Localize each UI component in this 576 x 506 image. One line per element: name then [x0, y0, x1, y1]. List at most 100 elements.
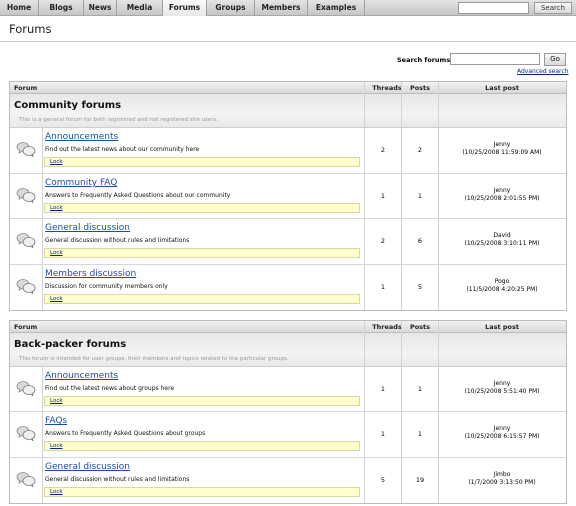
title-divider [0, 41, 576, 42]
last-post: Jenny (10/25/2008 2:01:55 PM) [438, 187, 566, 203]
last-post-date: (10/25/2008 5:51:40 PM) [464, 388, 540, 395]
posts-count: 2 [417, 146, 423, 154]
group-title: Back-packer forums [14, 339, 127, 350]
column-last-post: Last post [485, 84, 519, 92]
forum-group-community: Forum Threads Posts Last post Community … [9, 81, 567, 311]
last-post-date: (10/25/2008 2:01:55 PM) [464, 195, 540, 202]
lock-link[interactable]: Lock [50, 296, 63, 302]
last-post-date: (1/7/2009 3:13:50 PM) [468, 479, 536, 486]
search-forums-label: Search forums: [397, 56, 453, 64]
group-description: This is a general forum for both registe… [19, 117, 219, 123]
lock-link[interactable]: Lock [50, 205, 63, 211]
last-post: Jenny (10/25/2008 5:51:40 PM) [438, 380, 566, 396]
table-header: Forum Threads Posts Last post [10, 321, 566, 333]
last-post: David (10/25/2008 3:10:11 PM) [438, 232, 566, 248]
forum-description: Find out the latest news about our commu… [45, 146, 200, 153]
posts-count: 5 [417, 283, 423, 291]
threads-count: 1 [380, 385, 386, 393]
search-forums-input[interactable] [450, 53, 540, 65]
site-search-input[interactable] [458, 2, 529, 14]
tab-blogs[interactable]: Blogs [39, 0, 84, 16]
threads-count: 1 [380, 283, 386, 291]
column-last-post: Last post [485, 323, 519, 331]
lock-link[interactable]: Lock [50, 443, 63, 449]
lock-bar: Lock [44, 203, 360, 213]
forum-description: General discussion without rules and lim… [45, 237, 190, 244]
forum-row: General discussion General discussion wi… [10, 458, 566, 503]
threads-count: 5 [380, 476, 386, 484]
posts-count: 1 [417, 385, 423, 393]
forums-page: Home Blogs News Media Forums Groups Memb… [0, 0, 576, 506]
column-posts: Posts [409, 323, 431, 331]
lock-bar: Lock [44, 294, 360, 304]
lock-link[interactable]: Lock [50, 398, 63, 404]
forum-bubbles-icon [16, 472, 36, 487]
last-post: Pogo (11/5/2008 4:20:25 PM) [438, 278, 566, 294]
lock-link[interactable]: Lock [50, 159, 63, 165]
forum-row: Community FAQ Answers to Frequently Aske… [10, 174, 566, 219]
forum-row: Announcements Find out the latest news a… [10, 367, 566, 412]
last-post-date: (10/25/2008 11:59:09 AM) [462, 149, 542, 156]
threads-count: 2 [380, 146, 386, 154]
forum-link-community-faq[interactable]: Community FAQ [45, 178, 117, 188]
forum-bubbles-icon [16, 426, 36, 441]
lock-bar: Lock [44, 396, 360, 406]
group-title: Community forums [14, 100, 122, 111]
last-post-user: Jenny [493, 187, 511, 194]
tab-examples[interactable]: Examples [308, 0, 365, 16]
go-button[interactable]: Go [544, 53, 566, 66]
site-search-button[interactable]: Search [534, 2, 572, 14]
posts-count: 1 [417, 430, 423, 438]
last-post-user: Jimbo [493, 471, 511, 478]
forum-row: Members discussion Discussion for commun… [10, 265, 566, 310]
threads-count: 1 [380, 192, 386, 200]
last-post: Jimbo (1/7/2009 3:13:50 PM) [438, 471, 566, 487]
tab-groups[interactable]: Groups [207, 0, 255, 16]
advanced-search-link[interactable]: Advanced search [517, 68, 568, 75]
forum-description: Find out the latest news about groups he… [45, 385, 175, 392]
posts-count: 6 [417, 237, 423, 245]
posts-count: 1 [417, 192, 423, 200]
forum-row: Announcements Find out the latest news a… [10, 128, 566, 174]
lock-bar: Lock [44, 441, 360, 451]
column-forum: Forum [14, 84, 38, 92]
lock-link[interactable]: Lock [50, 250, 63, 256]
tab-news[interactable]: News [84, 0, 117, 16]
forum-description: Answers to Frequently Asked Questions ab… [45, 430, 206, 437]
tab-forums[interactable]: Forums [163, 0, 207, 16]
forum-bubbles-icon [16, 188, 36, 203]
group-header: Community forums This is a general forum… [10, 94, 566, 128]
last-post-user: Jenny [493, 380, 511, 387]
forum-description: Answers to Frequently Asked Questions ab… [45, 192, 231, 199]
forum-link-members-discussion[interactable]: Members discussion [45, 269, 136, 279]
tab-home[interactable]: Home [0, 0, 39, 16]
tab-members[interactable]: Members [255, 0, 308, 16]
threads-count: 1 [380, 430, 386, 438]
forum-group-back-packer: Forum Threads Posts Last post Back-packe… [9, 320, 567, 504]
last-post-date: (10/25/2008 6:15:57 PM) [464, 433, 540, 440]
forum-bubbles-icon [16, 233, 36, 248]
last-post: Jenny (10/25/2008 6:15:57 PM) [438, 425, 566, 441]
forum-row: FAQs Answers to Frequently Asked Questio… [10, 412, 566, 458]
group-description: This forum is intended for user groups, … [19, 356, 289, 362]
forum-bubbles-icon [16, 142, 36, 157]
lock-bar: Lock [44, 248, 360, 258]
forum-link-announcements[interactable]: Announcements [45, 371, 118, 381]
last-post: Jenny (10/25/2008 11:59:09 AM) [438, 141, 566, 157]
forum-link-general-discussion[interactable]: General discussion [45, 462, 130, 472]
forum-row: General discussion General discussion wi… [10, 219, 566, 265]
column-forum: Forum [14, 323, 38, 331]
last-post-date: (10/25/2008 3:10:11 PM) [464, 240, 540, 247]
forum-description: Discussion for community members only [45, 283, 168, 290]
forum-link-faqs[interactable]: FAQs [45, 416, 67, 426]
lock-link[interactable]: Lock [50, 489, 63, 495]
tab-media[interactable]: Media [117, 0, 163, 16]
threads-count: 2 [380, 237, 386, 245]
last-post-user: Jenny [493, 141, 511, 148]
forum-link-general-discussion[interactable]: General discussion [45, 223, 130, 233]
column-posts: Posts [409, 84, 431, 92]
group-header: Back-packer forums This forum is intende… [10, 333, 566, 367]
forum-bubbles-icon [16, 381, 36, 396]
last-post-user: Jenny [493, 425, 511, 432]
forum-link-announcements[interactable]: Announcements [45, 132, 118, 142]
